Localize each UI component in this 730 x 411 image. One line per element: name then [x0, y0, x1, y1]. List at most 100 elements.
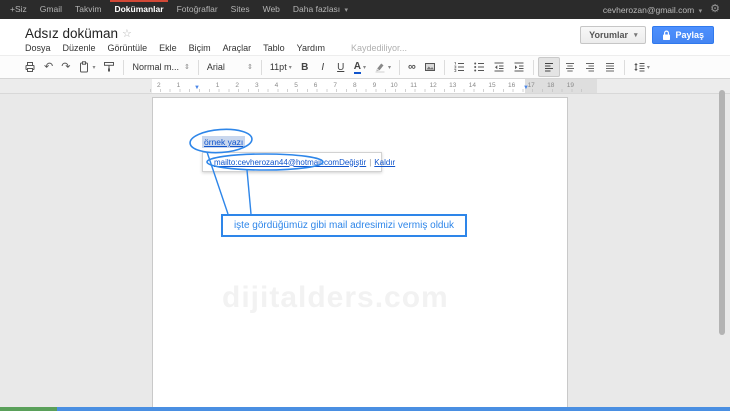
- menu-yardim[interactable]: Yardım: [297, 43, 325, 53]
- toolbar-separator: [261, 60, 262, 75]
- highlight-color-button[interactable]: ▾: [370, 57, 395, 77]
- decrease-indent-button[interactable]: [489, 57, 509, 77]
- topbar-item-more[interactable]: Daha fazlası ▾: [293, 0, 348, 20]
- paragraph-style-select[interactable]: Normal m... ⇕: [128, 57, 193, 77]
- toolbar-separator: [198, 60, 199, 75]
- ruler-number: 15: [488, 82, 495, 89]
- mailto-link[interactable]: mailto:cevherozan44@hotmail.com: [214, 158, 339, 167]
- print-button[interactable]: [20, 57, 40, 77]
- topbar-item-gmail[interactable]: Gmail: [40, 0, 62, 19]
- ruler-number: 18: [547, 82, 554, 89]
- left-margin-marker[interactable]: ▼: [194, 85, 200, 91]
- align-left-button[interactable]: [538, 57, 560, 77]
- document-title[interactable]: Adsız doküman: [25, 26, 118, 41]
- text-color-button[interactable]: A ▾: [350, 57, 370, 77]
- menu-ekle[interactable]: Ekle: [159, 43, 177, 53]
- bold-button[interactable]: B: [296, 57, 314, 77]
- comments-button[interactable]: Yorumlar ▾: [580, 26, 646, 44]
- text-color-icon: A: [354, 61, 361, 74]
- align-left-icon: [543, 61, 555, 73]
- remove-link[interactable]: Kaldır: [374, 158, 395, 167]
- gear-icon[interactable]: ⚙: [710, 4, 720, 15]
- ruler-number: 4: [275, 82, 279, 89]
- ruler-number: 7: [333, 82, 337, 89]
- numbered-list-icon: [453, 61, 465, 73]
- insert-image-button[interactable]: [420, 57, 440, 77]
- chevron-down-icon: ▾: [363, 64, 366, 71]
- google-black-bar: +Siz Gmail Takvim Dokümanlar Fotoğraflar…: [0, 0, 730, 19]
- document-link-text[interactable]: örnek yazı: [202, 136, 245, 148]
- topbar-item-fotograflar[interactable]: Fotoğraflar: [177, 0, 218, 19]
- header-buttons: Yorumlar ▾ Paylaş: [580, 26, 714, 44]
- increase-indent-button[interactable]: [509, 57, 529, 77]
- ruler-number: 1: [177, 82, 181, 89]
- document-header: Adsız doküman ☆ Dosya Düzenle Görüntüle …: [0, 19, 730, 55]
- paint-format-icon: [103, 61, 115, 73]
- font-size-value: 11pt: [270, 62, 287, 72]
- video-progress-bar[interactable]: [0, 407, 730, 411]
- menu-tablo[interactable]: Tablo: [263, 43, 285, 53]
- share-button[interactable]: Paylaş: [652, 26, 714, 44]
- topbar-item-web[interactable]: Web: [263, 0, 280, 19]
- decrease-indent-icon: [493, 61, 505, 73]
- ruler-number: 9: [373, 82, 377, 89]
- google-docs-window: +Siz Gmail Takvim Dokümanlar Fotoğraflar…: [0, 0, 730, 411]
- font-family-select[interactable]: Arial ⇕: [203, 57, 257, 77]
- formatting-toolbar: ↶ ↷ ▾ Normal m... ⇕ Arial ⇕: [0, 55, 730, 79]
- font-size-select[interactable]: 11pt ▾: [266, 57, 296, 77]
- paint-format-button[interactable]: [99, 57, 119, 77]
- ruler-number: 2: [235, 82, 239, 89]
- menu-bicim[interactable]: Biçim: [189, 43, 211, 53]
- ruler-number: 1: [216, 82, 220, 89]
- vertical-scrollbar-thumb[interactable]: [719, 90, 725, 335]
- right-margin-marker[interactable]: ▼: [523, 85, 529, 91]
- web-clipboard-button[interactable]: ▾: [74, 57, 99, 77]
- bullet-list-button[interactable]: [469, 57, 489, 77]
- account-email-menu[interactable]: cevherozan@gmail.com ▾: [603, 5, 702, 15]
- menu-araclar[interactable]: Araçlar: [223, 43, 252, 53]
- highlight-color-icon: [374, 61, 386, 73]
- topbar-item-dokumanlar[interactable]: Dokümanlar: [114, 0, 163, 19]
- ruler-number: 14: [469, 82, 476, 89]
- topbar-item-takvim[interactable]: Takvim: [75, 0, 101, 19]
- bullet-list-icon: [473, 61, 485, 73]
- topbar-item-sites[interactable]: Sites: [231, 0, 250, 19]
- insert-link-button[interactable]: ∞: [404, 57, 420, 77]
- align-right-icon: [584, 61, 596, 73]
- menu-duzenle[interactable]: Düzenle: [63, 43, 96, 53]
- ruler-number: 11: [410, 82, 417, 89]
- updown-arrows-icon: ⇕: [247, 63, 253, 71]
- menu-goruntule[interactable]: Görüntüle: [108, 43, 148, 53]
- menu-dosya[interactable]: Dosya: [25, 43, 51, 53]
- align-justify-button[interactable]: [600, 57, 620, 77]
- ruler-number: 5: [294, 82, 298, 89]
- toolbar-separator: [444, 60, 445, 75]
- video-progress-watched[interactable]: [0, 407, 57, 411]
- topbar-item-plus-you[interactable]: +Siz: [10, 0, 27, 19]
- toolbar-separator: [533, 60, 534, 75]
- ruler-number: 13: [449, 82, 456, 89]
- underline-button[interactable]: U: [332, 57, 350, 77]
- menu-bar: Dosya Düzenle Görüntüle Ekle Biçim Araçl…: [25, 43, 407, 53]
- align-center-button[interactable]: [560, 57, 580, 77]
- chevron-down-icon: ▾: [699, 8, 703, 15]
- lock-icon: [662, 30, 671, 41]
- annotation-callout-box: işte gördüğümüz gibi mail adresimizi ver…: [221, 214, 467, 237]
- watermark: dijitalders.com: [222, 281, 449, 315]
- undo-button[interactable]: ↶: [40, 57, 57, 77]
- line-spacing-icon: [633, 61, 645, 73]
- star-icon[interactable]: ☆: [122, 27, 132, 40]
- ruler: 1212345678910111213141516171819 ▼ ▼: [0, 79, 730, 94]
- line-spacing-button[interactable]: ▾: [629, 57, 654, 77]
- numbered-list-button[interactable]: [449, 57, 469, 77]
- ruler-number: 19: [567, 82, 574, 89]
- share-label: Paylaş: [675, 30, 704, 40]
- toolbar-separator: [624, 60, 625, 75]
- paragraph-style-value: Normal m...: [132, 62, 179, 72]
- change-link[interactable]: Değiştir: [339, 158, 366, 167]
- redo-button[interactable]: ↷: [57, 57, 74, 77]
- chevron-down-icon: ▾: [388, 64, 391, 71]
- italic-button[interactable]: I: [314, 57, 332, 77]
- align-right-button[interactable]: [580, 57, 600, 77]
- chevron-down-icon: ▾: [289, 64, 292, 71]
